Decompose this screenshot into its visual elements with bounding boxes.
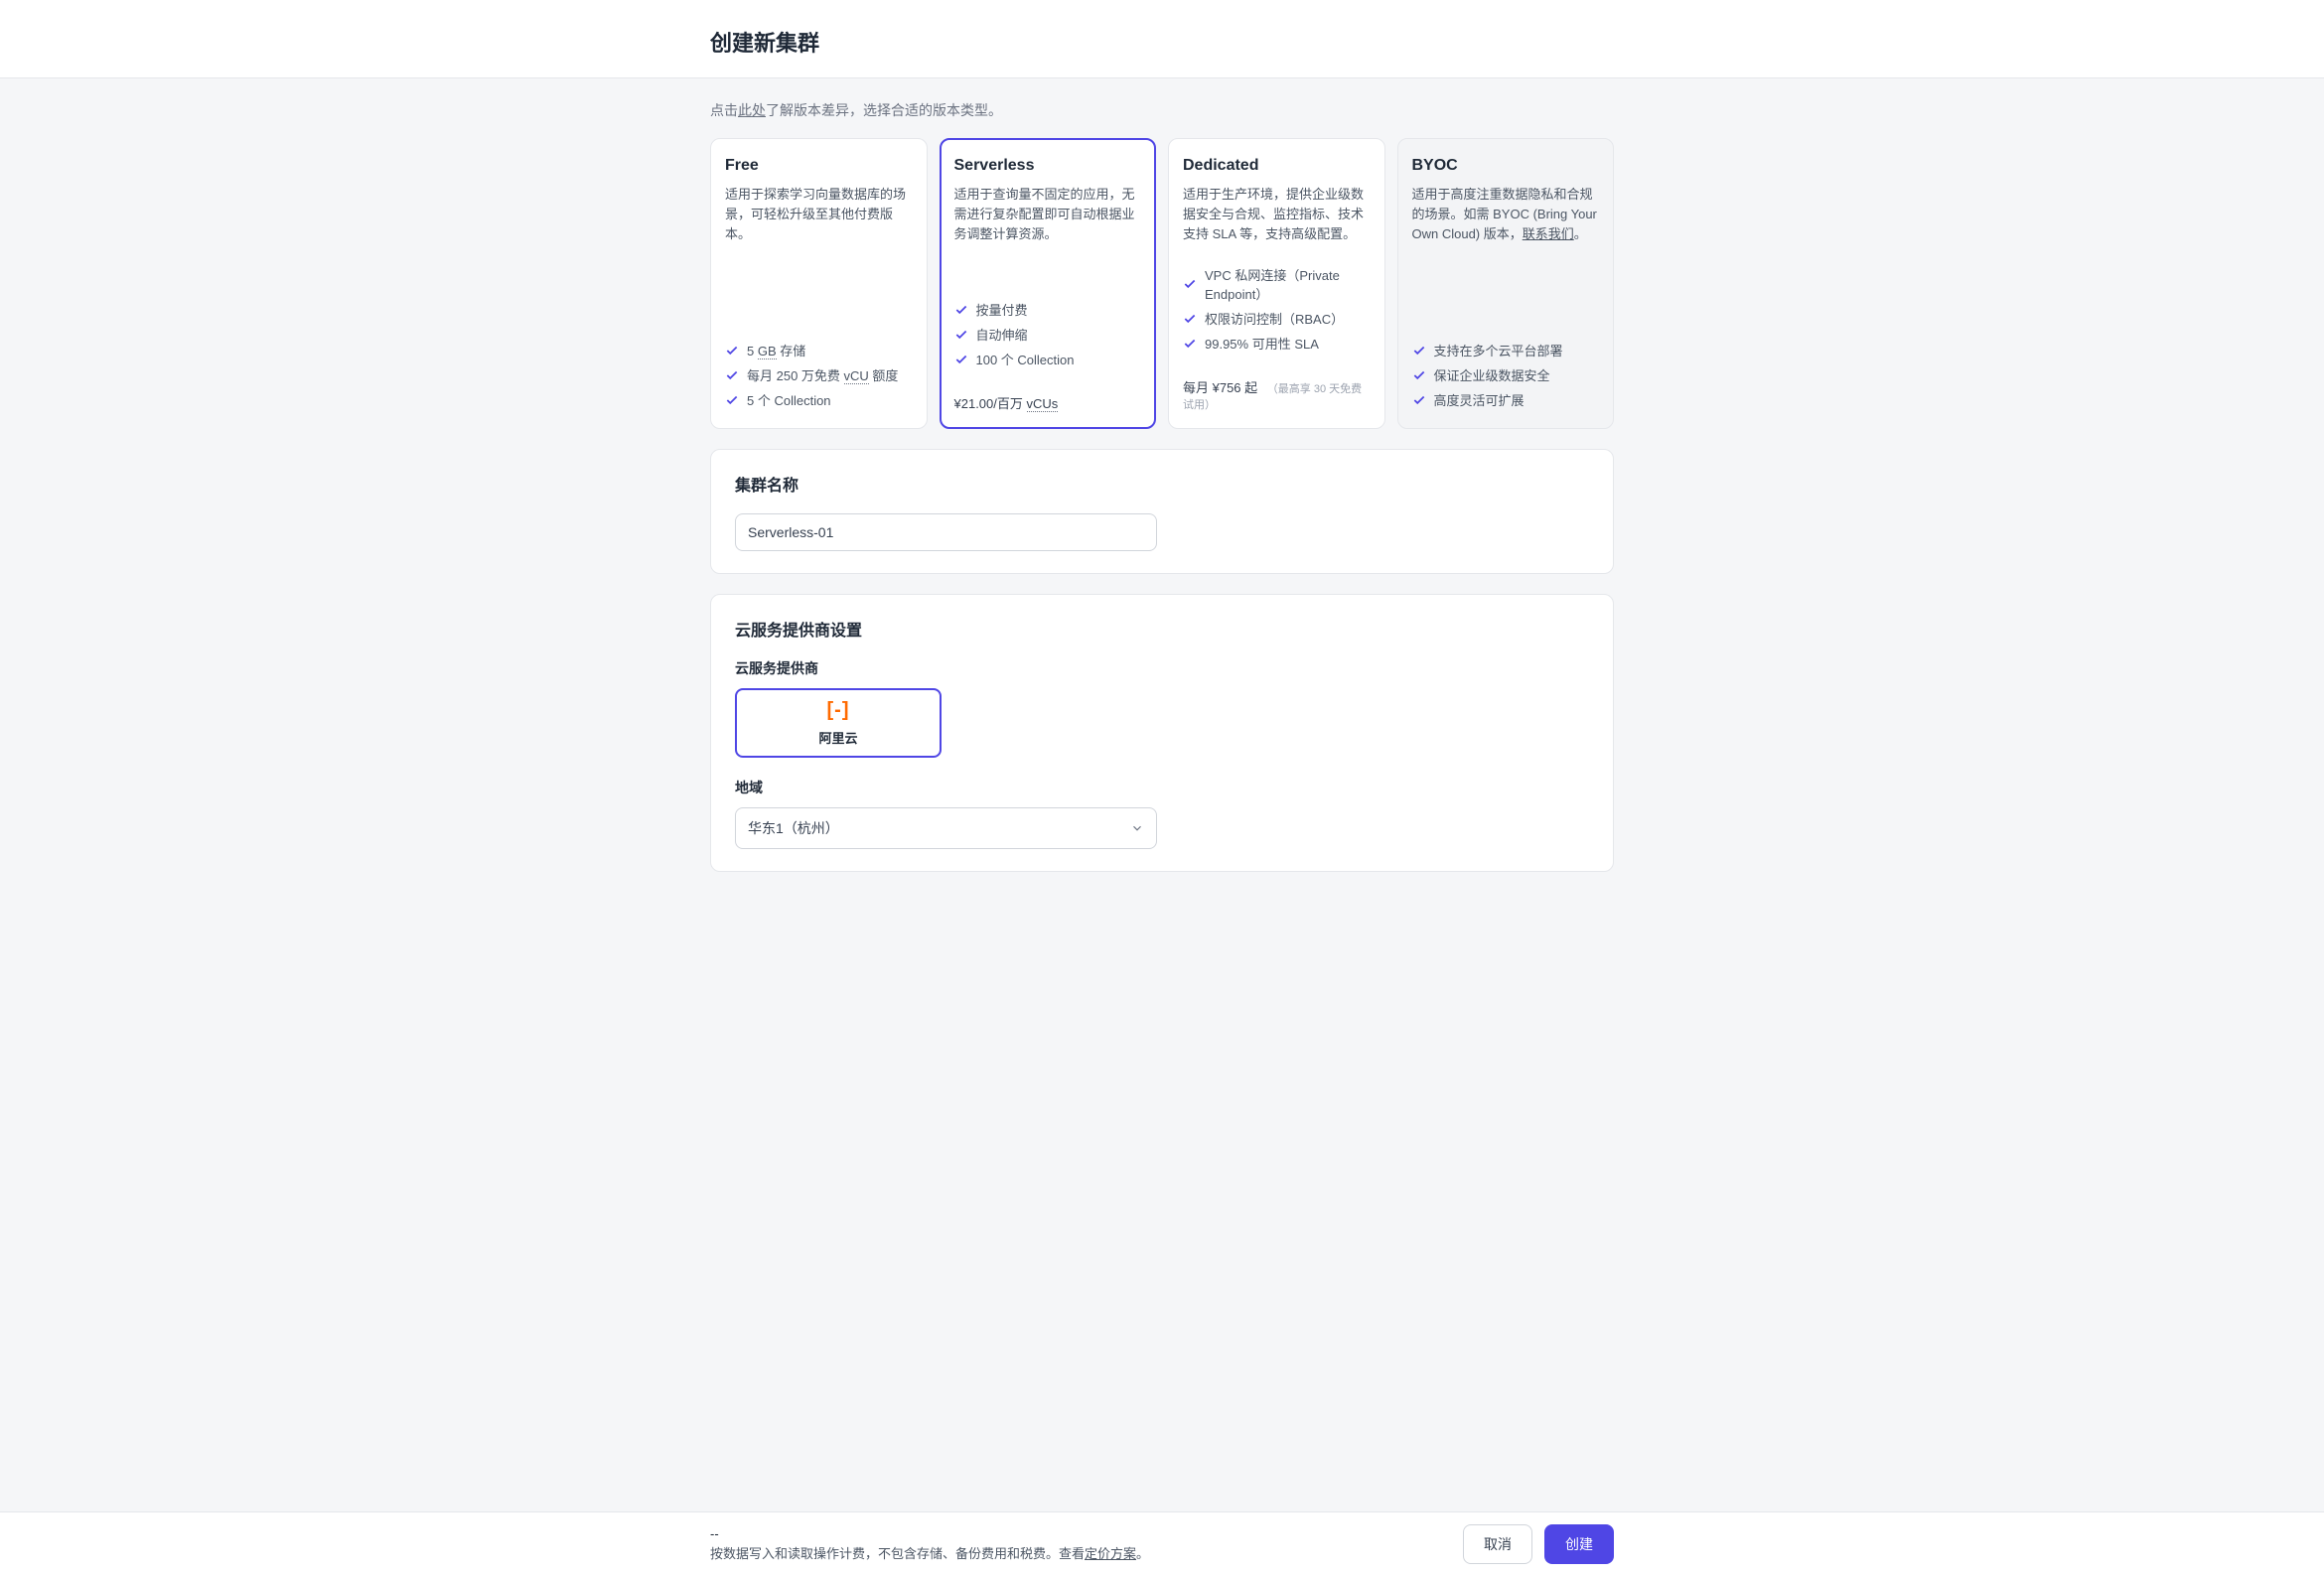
plan-desc: 适用于高度注重数据隐私和合规的场景。如需 BYOC (Bring Your Ow… [1412, 185, 1600, 244]
check-icon [1412, 393, 1426, 407]
plan-name: Serverless [954, 157, 1142, 175]
check-icon [1183, 277, 1197, 291]
create-button[interactable]: 创建 [1544, 1524, 1614, 1564]
footer-price: -- [710, 1526, 1149, 1541]
check-icon [725, 393, 739, 407]
plan-feature: 保证企业级数据安全 [1412, 362, 1600, 387]
plan-feature: 按量付费 [954, 297, 1142, 322]
check-icon [725, 368, 739, 382]
plan-name: Dedicated [1183, 157, 1371, 175]
plan-name: Free [725, 157, 913, 175]
plan-desc: 适用于探索学习向量数据库的场景，可轻松升级至其他付费版本。 [725, 185, 913, 244]
version-hint: 点击此处了解版本差异，选择合适的版本类型。 [710, 100, 1614, 120]
plan-features: 5 GB 存储 每月 250 万免费 vCU 额度 5 个 Collection [725, 338, 913, 412]
check-icon [1183, 337, 1197, 351]
plan-features: 支持在多个云平台部署 保证企业级数据安全 高度灵活可扩展 [1412, 338, 1600, 412]
provider-card-aliyun[interactable]: [‑] 阿里云 [735, 688, 942, 758]
cloud-provider-section: 云服务提供商设置 云服务提供商 [‑] 阿里云 地域 华东1（杭州） [710, 594, 1614, 872]
cluster-name-input[interactable] [735, 513, 1157, 551]
plan-price: ¥21.00/百万 vCUs [954, 393, 1142, 412]
check-icon [725, 344, 739, 358]
plan-feature: 5 个 Collection [725, 387, 913, 412]
region-select[interactable]: 华东1（杭州） [735, 807, 1157, 849]
region-value: 华东1（杭州） [748, 818, 839, 838]
plan-feature: 5 GB 存储 [725, 338, 913, 362]
section-title: 云服务提供商设置 [735, 617, 1589, 641]
cancel-button[interactable]: 取消 [1463, 1524, 1532, 1564]
plan-card-dedicated[interactable]: Dedicated 适用于生产环境，提供企业级数据安全与合规、监控指标、技术支持… [1168, 138, 1385, 429]
check-icon [954, 328, 968, 342]
plan-feature: 高度灵活可扩展 [1412, 387, 1600, 412]
plan-feature: 每月 250 万免费 vCU 额度 [725, 362, 913, 387]
plan-grid: Free 适用于探索学习向量数据库的场景，可轻松升级至其他付费版本。 5 GB … [710, 138, 1614, 429]
provider-label: 云服务提供商 [735, 658, 1589, 678]
plan-feature: 99.95% 可用性 SLA [1183, 331, 1371, 356]
check-icon [1412, 368, 1426, 382]
plan-desc: 适用于查询量不固定的应用，无需进行复杂配置即可自动根据业务调整计算资源。 [954, 185, 1142, 244]
aliyun-icon: [‑] [827, 699, 850, 722]
plan-features: 按量付费 自动伸缩 100 个 Collection [954, 297, 1142, 371]
plan-feature: 自动伸缩 [954, 322, 1142, 347]
provider-name: 阿里云 [818, 728, 857, 747]
cluster-name-section: 集群名称 [710, 449, 1614, 574]
version-diff-link[interactable]: 此处 [738, 102, 766, 118]
check-icon [1183, 312, 1197, 326]
plan-features: VPC 私网连接（Private Endpoint） 权限访问控制（RBAC） … [1183, 262, 1371, 356]
check-icon [954, 303, 968, 317]
section-title: 集群名称 [735, 472, 1589, 496]
plan-feature: 100 个 Collection [954, 347, 1142, 371]
plan-card-free[interactable]: Free 适用于探索学习向量数据库的场景，可轻松升级至其他付费版本。 5 GB … [710, 138, 928, 429]
footer-bar: -- 按数据写入和读取操作计费，不包含存储、备份费用和税费。查看定价方案。 取消… [0, 1511, 2324, 1576]
plan-name: BYOC [1412, 157, 1600, 175]
plan-card-serverless[interactable]: Serverless 适用于查询量不固定的应用，无需进行复杂配置即可自动根据业务… [940, 138, 1157, 429]
plan-price: 每月 ¥756 起 （最高享 30 天免费试用） [1183, 377, 1371, 412]
plan-card-byoc: BYOC 适用于高度注重数据隐私和合规的场景。如需 BYOC (Bring Yo… [1397, 138, 1615, 429]
plan-feature: 支持在多个云平台部署 [1412, 338, 1600, 362]
contact-us-link[interactable]: 联系我们 [1523, 226, 1574, 241]
plan-desc: 适用于生产环境，提供企业级数据安全与合规、监控指标、技术支持 SLA 等，支持高… [1183, 185, 1371, 244]
plan-feature: VPC 私网连接（Private Endpoint） [1183, 262, 1371, 306]
chevron-down-icon [1130, 821, 1144, 835]
plan-feature: 权限访问控制（RBAC） [1183, 306, 1371, 331]
footer-note: 按数据写入和读取操作计费，不包含存储、备份费用和税费。查看定价方案。 [710, 1543, 1149, 1562]
region-label: 地域 [735, 778, 1589, 797]
page-title: 创建新集群 [710, 26, 1614, 58]
pricing-link[interactable]: 定价方案 [1085, 1546, 1136, 1561]
check-icon [1412, 344, 1426, 358]
check-icon [954, 353, 968, 366]
